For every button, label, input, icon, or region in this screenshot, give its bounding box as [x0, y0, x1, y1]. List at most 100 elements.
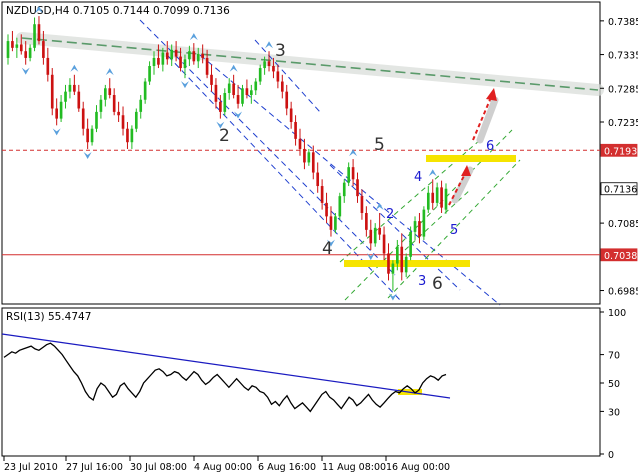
y-tick-label: 0.7385	[608, 17, 638, 28]
candle-body	[73, 84, 76, 92]
candle-body	[24, 51, 28, 58]
wave-label: 3	[418, 274, 426, 289]
candle-body	[413, 221, 417, 232]
candle-body	[276, 71, 280, 82]
candle-body	[210, 74, 213, 85]
candle-body	[440, 187, 443, 208]
candle-body	[236, 95, 240, 104]
candle-body	[232, 83, 235, 96]
y-tick-label: 0.7085	[608, 219, 638, 230]
candle-body	[360, 196, 364, 214]
x-tick-label: 6 Aug 16:00	[258, 462, 316, 473]
candle-body	[86, 128, 89, 143]
x-tick-label: 30 Jul 08:00	[130, 462, 187, 473]
candle-body	[77, 91, 81, 109]
y-tick-label: 0.7285	[608, 84, 638, 95]
candle-body	[46, 57, 50, 75]
y-tick-label: 0.6985	[608, 287, 638, 298]
candle-body	[289, 108, 293, 122]
candle-body	[316, 172, 320, 187]
price-marker-label: 0.7136	[604, 185, 637, 196]
candle-body	[143, 81, 147, 100]
candle-body	[11, 41, 14, 48]
candle-body	[117, 111, 120, 116]
candle-body	[431, 192, 435, 203]
candle-body	[422, 209, 426, 237]
candle-body	[90, 128, 94, 143]
candle-body	[245, 88, 249, 96]
candle-body	[378, 227, 381, 235]
candle-body	[373, 227, 377, 244]
rsi-panel: RSI(13) 55.4747	[1, 307, 601, 457]
candle-body	[404, 256, 408, 273]
wave-label: 4	[414, 170, 422, 185]
candle-body	[37, 24, 41, 42]
y-tick-label: 0.7335	[608, 51, 638, 62]
wave-label: 6	[432, 274, 443, 294]
x-tick-label: 27 Jul 16:00	[66, 462, 123, 473]
candle-body	[99, 99, 103, 112]
candle-body	[28, 47, 32, 58]
price-axis: 0.7385 0.7335 0.7285 0.7235 0.7085 0.6985 0.71…	[600, 17, 638, 298]
candle-body	[426, 192, 430, 210]
candle-body	[303, 148, 306, 163]
wave-label: 6	[486, 139, 494, 154]
candle	[338, 192, 342, 220]
candle-body	[223, 92, 227, 112]
candle-body	[400, 246, 404, 273]
time-axis: 23 Jul 2010 27 Jul 16:00 30 Jul 08:00 4 Aug…	[3, 456, 450, 473]
candle-body	[325, 202, 328, 217]
candle-body	[126, 128, 129, 143]
rsi-panel-frame	[1, 307, 601, 457]
candle-body	[165, 52, 169, 60]
rsi-tick-label: 50	[608, 379, 620, 390]
candle-body	[444, 188, 448, 210]
candle-body	[152, 57, 156, 67]
candle-body	[104, 88, 107, 100]
candle-body	[387, 253, 390, 274]
candle-body	[320, 186, 324, 203]
candle-body	[382, 234, 386, 254]
candle-body	[241, 88, 244, 104]
candle-body	[285, 91, 289, 109]
candle-body	[183, 59, 187, 69]
candle-body	[307, 152, 311, 163]
candle-body	[139, 99, 143, 112]
candle-body	[347, 167, 350, 183]
rsi-tick-label: 70	[608, 351, 620, 362]
wave-label: 3	[275, 41, 286, 61]
rsi-tick-label: 100	[608, 308, 626, 319]
chart-canvas: NZDUSD,H4 0.7105 0.7144 0.7099 0.7136 3 …	[1, 1, 638, 473]
candle-body	[64, 91, 67, 102]
candle-body	[6, 41, 10, 58]
candle-body	[214, 84, 218, 102]
candle-body	[351, 167, 355, 180]
candle-body	[170, 49, 174, 60]
candle	[422, 206, 426, 240]
x-tick-label: 23 Jul 2010	[4, 462, 58, 473]
price-header: NZDUSD,H4 0.7105 0.7144 0.7099 0.7136	[6, 5, 230, 17]
candle-body	[59, 101, 63, 119]
candle-body	[112, 95, 116, 112]
candle-body	[409, 231, 412, 257]
rsi-tick-label: 0	[608, 450, 614, 461]
candle-body	[369, 229, 373, 244]
candle-body	[121, 115, 125, 129]
candle-body	[205, 57, 209, 75]
candle-body	[33, 24, 36, 48]
wave-label: 2	[219, 126, 230, 146]
candle-body	[435, 187, 439, 203]
candle-body	[356, 179, 359, 197]
candle-body	[334, 216, 337, 230]
candle-body	[55, 108, 58, 119]
rsi-axis: 100 70 50 30 0	[600, 308, 626, 461]
price-marker-label: 0.7038	[604, 251, 637, 262]
target-highlight	[426, 155, 516, 162]
candle-body	[19, 44, 23, 52]
candle-body	[68, 84, 72, 92]
candle-body	[342, 182, 346, 197]
rsi-tick-label: 30	[608, 407, 620, 418]
candle-body	[15, 44, 19, 48]
candle-body	[311, 152, 315, 173]
candle-body	[95, 111, 98, 129]
